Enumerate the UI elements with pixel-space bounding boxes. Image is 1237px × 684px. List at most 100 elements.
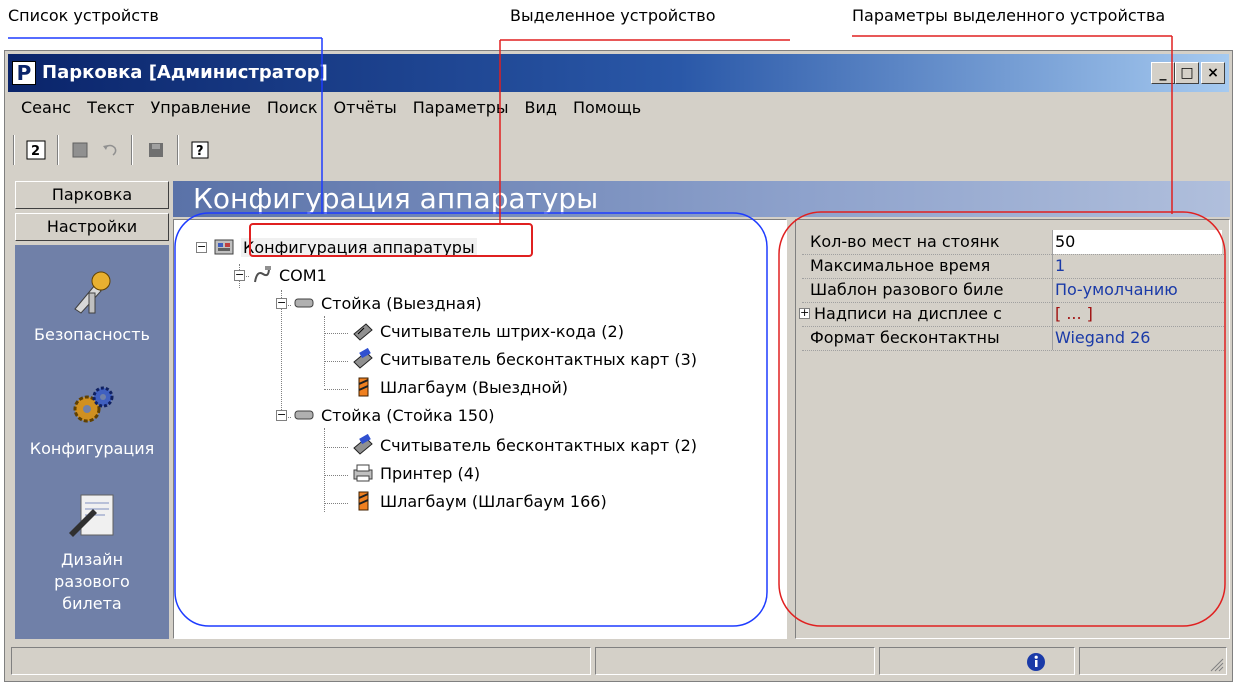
menu-search[interactable]: Поиск — [259, 95, 326, 123]
printer-icon — [353, 464, 373, 482]
card-reader-icon — [353, 348, 373, 369]
nav-label-configuration: Конфигурация — [29, 439, 155, 458]
refresh-icon[interactable]: 2 — [23, 137, 49, 163]
device-tree[interactable]: − Конфигурация аппаратуры − COM1 − Стойк… — [173, 219, 787, 639]
property-row[interactable]: + Надписи на дисплее с [ ... ] — [799, 302, 1224, 327]
menu-help[interactable]: Помощь — [565, 95, 649, 123]
property-name: Надписи на дисплее с — [814, 304, 1002, 323]
tree-label-printer: Принтер (4) — [380, 463, 481, 483]
maximize-button[interactable]: □ — [1175, 62, 1199, 84]
help-icon[interactable]: ? — [187, 137, 213, 163]
app-window: P Парковка [Администратор] _ □ × Сеанс Т… — [4, 50, 1233, 682]
tree-node-com1[interactable]: − COM1 — [234, 264, 327, 286]
collapse-icon[interactable]: − — [196, 241, 207, 253]
tree-connector — [324, 316, 325, 386]
nav-item-ticket-design[interactable]: Дизайн разового билета — [15, 489, 169, 615]
property-name: Формат бесконтактны — [810, 328, 1000, 347]
menu-control[interactable]: Управление — [142, 95, 258, 123]
tree-node-barrier-exit[interactable]: Шлагбаум (Выездной) — [352, 376, 568, 398]
nav-item-configuration[interactable]: Конфигурация — [15, 379, 169, 458]
nav-item-security[interactable]: Безопасность — [15, 265, 169, 344]
app-icon: P — [12, 61, 36, 85]
collapse-icon[interactable]: − — [276, 409, 287, 421]
svg-text:2: 2 — [31, 144, 40, 159]
nav-label-security: Безопасность — [34, 325, 150, 344]
annotation-device-list: Список устройств — [8, 6, 159, 25]
tree-connector — [324, 389, 348, 390]
svg-text:?: ? — [196, 144, 204, 159]
property-value[interactable]: По-умолчанию — [1052, 278, 1222, 302]
menu-text[interactable]: Текст — [79, 95, 142, 123]
nav-label-ticket-design: Дизайн разового билета — [54, 550, 130, 613]
property-row[interactable]: Формат бесконтактны Wiegand 26 — [802, 326, 1224, 351]
toolbar-separator — [177, 135, 179, 165]
configuration-icon — [65, 379, 119, 433]
card-reader-icon — [353, 434, 373, 455]
tree-connector — [324, 503, 348, 504]
tree-connector — [324, 447, 348, 448]
window-title: Парковка [Администратор] — [42, 62, 328, 83]
serial-port-icon — [254, 266, 271, 283]
property-name: Максимальное время — [810, 256, 991, 275]
left-panel: Парковка Настройки Безопасность Конфигур… — [15, 181, 169, 639]
toolbar-separator — [13, 135, 15, 165]
tree-label-barrier-166: Шлагбаум (Шлагбаум 166) — [380, 491, 607, 511]
save-icon[interactable] — [143, 137, 169, 163]
menu-reports[interactable]: Отчёты — [326, 95, 405, 123]
tab-parking[interactable]: Парковка — [15, 181, 169, 209]
tree-label-root: Конфигурация аппаратуры — [241, 237, 477, 257]
menu-view[interactable]: Вид — [517, 95, 565, 123]
tree-node-barcode-reader[interactable]: Считыватель штрих-кода (2) — [352, 320, 624, 342]
menu-parameters[interactable]: Параметры — [405, 95, 517, 123]
status-cell — [11, 647, 591, 675]
collapse-icon[interactable]: − — [234, 269, 245, 281]
tree-label-barcode-reader: Считыватель штрих-кода (2) — [380, 321, 624, 341]
tree-node-printer[interactable]: Принтер (4) — [352, 462, 480, 484]
status-cell — [595, 647, 875, 675]
tree-node-barrier-166[interactable]: Шлагбаум (Шлагбаум 166) — [352, 490, 607, 512]
expand-icon[interactable]: + — [799, 307, 810, 319]
property-row[interactable]: Кол-во мест на стоянк 50 — [802, 230, 1224, 255]
menu-session[interactable]: Сеанс — [13, 95, 79, 123]
tree-node-stand-exit[interactable]: − Стойка (Выездная) — [276, 292, 482, 314]
tree-label-stand-150: Стойка (Стойка 150) — [321, 405, 495, 425]
annotation-selected-device-params: Параметры выделенного устройства — [852, 6, 1166, 25]
status-bar — [11, 645, 1228, 677]
tree-node-stand-150[interactable]: − Стойка (Стойка 150) — [276, 404, 495, 426]
tree-node-card-reader-2[interactable]: Считыватель бесконтактных карт (2) — [352, 434, 697, 456]
property-value-input[interactable]: 50 — [1052, 230, 1222, 254]
toolbar: 2 ? — [13, 127, 813, 167]
tree-label-barrier-exit: Шлагбаум (Выездной) — [380, 377, 568, 397]
property-name: Шаблон разового биле — [810, 280, 1004, 299]
page-header: Конфигурация аппаратуры — [173, 181, 1230, 217]
toolbar-separator — [131, 135, 133, 165]
tab-settings[interactable]: Настройки — [15, 213, 169, 241]
status-cell — [1079, 647, 1227, 675]
collapse-icon[interactable]: − — [276, 297, 287, 309]
page-title: Конфигурация аппаратуры — [193, 182, 599, 215]
resize-grip-icon[interactable] — [1208, 656, 1224, 672]
tree-label-com1: COM1 — [279, 265, 327, 285]
title-bar[interactable]: P Парковка [Администратор] _ □ × — [8, 54, 1229, 92]
tree-connector — [324, 333, 348, 334]
menu-bar: Сеанс Текст Управление Поиск Отчёты Пара… — [13, 95, 649, 123]
property-value[interactable]: 1 — [1052, 254, 1222, 278]
close-button[interactable]: × — [1201, 62, 1225, 84]
info-icon[interactable] — [1026, 652, 1046, 672]
stop-icon[interactable] — [67, 137, 93, 163]
tree-node-root[interactable]: − Конфигурация аппаратуры — [196, 236, 477, 258]
tree-node-card-reader-3[interactable]: Считыватель бесконтактных карт (3) — [352, 348, 697, 370]
property-row[interactable]: Максимальное время 1 — [802, 254, 1224, 279]
tree-label-card-reader-2: Считыватель бесконтактных карт (2) — [380, 435, 697, 455]
minimize-button[interactable]: _ — [1151, 62, 1175, 84]
status-cell — [879, 647, 1075, 675]
tree-label-stand-exit: Стойка (Выездная) — [321, 293, 482, 313]
property-value[interactable]: [ ... ] — [1052, 302, 1222, 326]
ticket-design-icon — [65, 489, 119, 543]
tree-connector — [324, 428, 325, 512]
property-row[interactable]: Шаблон разового биле По-умолчанию — [802, 278, 1224, 303]
property-value[interactable]: Wiegand 26 — [1052, 326, 1222, 350]
properties-grid: Кол-во мест на стоянк 50 Максимальное вр… — [795, 219, 1230, 639]
undo-icon[interactable] — [97, 137, 123, 163]
annotation-selected-device: Выделенное устройство — [510, 6, 716, 25]
